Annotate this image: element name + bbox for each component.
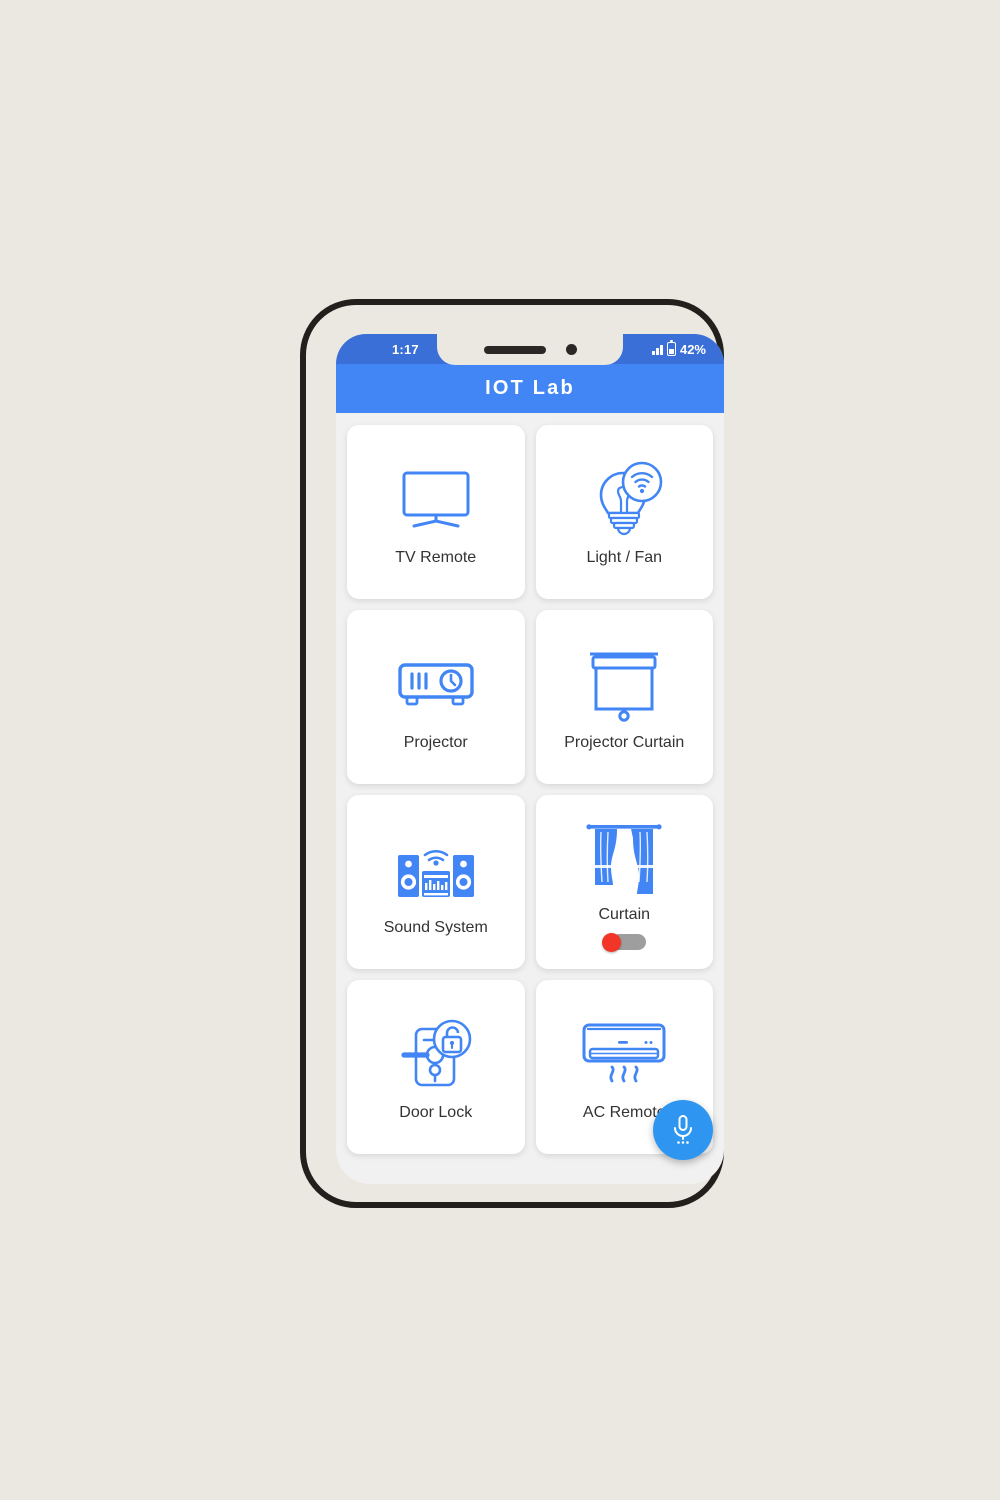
- notch: [437, 334, 623, 365]
- device-card-tv-remote[interactable]: TV Remote: [347, 425, 525, 599]
- curtain-toggle-switch[interactable]: [602, 932, 647, 952]
- curtains-icon: [583, 814, 665, 900]
- microphone-icon: [674, 1115, 692, 1144]
- signal-bars-icon: [652, 344, 663, 355]
- device-card-projector[interactable]: Projector: [347, 610, 525, 784]
- device-card-projector-curtain[interactable]: Projector Curtain: [535, 610, 713, 784]
- front-camera-icon: [565, 344, 577, 355]
- projector-icon: [395, 642, 477, 728]
- projection-screen-icon: [584, 642, 664, 728]
- device-grid: TV Remote Light / Fan Projector Projecto…: [336, 413, 724, 1154]
- phone-frame: 1:17 42% IOT Lab TV Remote Light / Fan P…: [300, 299, 724, 1208]
- device-label: AC Remote: [582, 1104, 666, 1121]
- voice-assistant-fab[interactable]: [653, 1100, 713, 1160]
- device-label: Curtain: [598, 905, 651, 923]
- phone-screen: 1:17 42% IOT Lab TV Remote Light / Fan P…: [336, 334, 724, 1184]
- device-label: Sound System: [383, 919, 488, 936]
- app-bar: IOT Lab: [336, 364, 724, 413]
- device-card-curtain[interactable]: Curtain: [535, 795, 713, 969]
- app-title: IOT Lab: [485, 377, 575, 399]
- door-lock-icon: [396, 1012, 476, 1098]
- speakers-icon: [394, 827, 478, 913]
- status-bar-indicators: 42%: [652, 340, 706, 357]
- status-bar-time: 1:17: [392, 341, 419, 357]
- smart-bulb-wifi-icon: [585, 457, 663, 543]
- device-card-light-fan[interactable]: Light / Fan: [535, 425, 713, 599]
- device-label: Projector Curtain: [564, 734, 685, 751]
- device-card-sound-system[interactable]: Sound System: [347, 795, 525, 969]
- air-conditioner-icon: [574, 1012, 674, 1098]
- device-label: TV Remote: [395, 549, 477, 566]
- device-label: Light / Fan: [586, 549, 663, 566]
- tv-icon: [398, 457, 474, 543]
- earpiece-speaker-icon: [483, 345, 546, 354]
- battery-percent-label: 42%: [679, 341, 706, 357]
- toggle-thumb: [602, 932, 622, 952]
- device-card-door-lock[interactable]: Door Lock: [347, 980, 525, 1154]
- battery-icon: [666, 340, 676, 356]
- device-label: Door Lock: [399, 1104, 473, 1121]
- device-label: Projector: [403, 734, 468, 751]
